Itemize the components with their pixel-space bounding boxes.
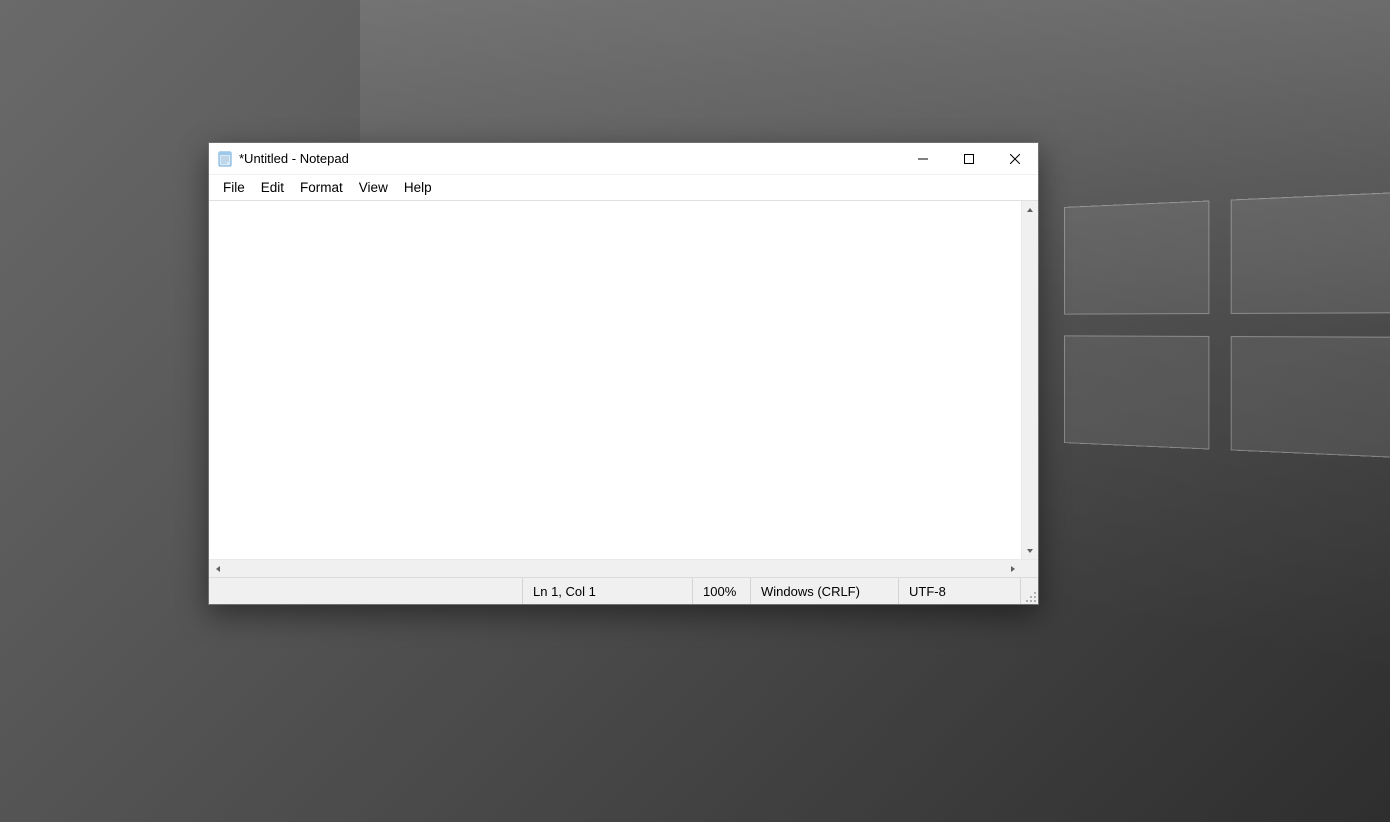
menu-view[interactable]: View: [351, 177, 396, 198]
menu-help[interactable]: Help: [396, 177, 440, 198]
notepad-window: *Untitled - Notepad File Edit Format Vie…: [208, 142, 1039, 605]
horizontal-scrollbar[interactable]: [209, 559, 1038, 577]
menu-edit[interactable]: Edit: [253, 177, 292, 198]
menu-format[interactable]: Format: [292, 177, 351, 198]
vertical-scrollbar[interactable]: [1021, 201, 1038, 559]
scroll-left-arrow-icon[interactable]: [209, 560, 226, 577]
status-line-ending: Windows (CRLF): [750, 578, 898, 604]
text-editor[interactable]: [209, 201, 1021, 559]
notepad-app-icon: [217, 151, 233, 167]
status-cursor-position: Ln 1, Col 1: [522, 578, 692, 604]
scroll-right-arrow-icon[interactable]: [1004, 560, 1021, 577]
resize-grip[interactable]: [1020, 578, 1038, 604]
scroll-up-arrow-icon[interactable]: [1022, 201, 1038, 218]
scroll-down-arrow-icon[interactable]: [1022, 542, 1038, 559]
menu-file[interactable]: File: [215, 177, 253, 198]
minimize-button[interactable]: [900, 143, 946, 175]
title-bar[interactable]: *Untitled - Notepad: [209, 143, 1038, 175]
status-bar: Ln 1, Col 1 100% Windows (CRLF) UTF-8: [209, 577, 1038, 604]
status-encoding: UTF-8: [898, 578, 1020, 604]
window-title: *Untitled - Notepad: [239, 151, 900, 166]
maximize-button[interactable]: [946, 143, 992, 175]
close-button[interactable]: [992, 143, 1038, 175]
status-zoom: 100%: [692, 578, 750, 604]
menu-bar: File Edit Format View Help: [209, 175, 1038, 200]
